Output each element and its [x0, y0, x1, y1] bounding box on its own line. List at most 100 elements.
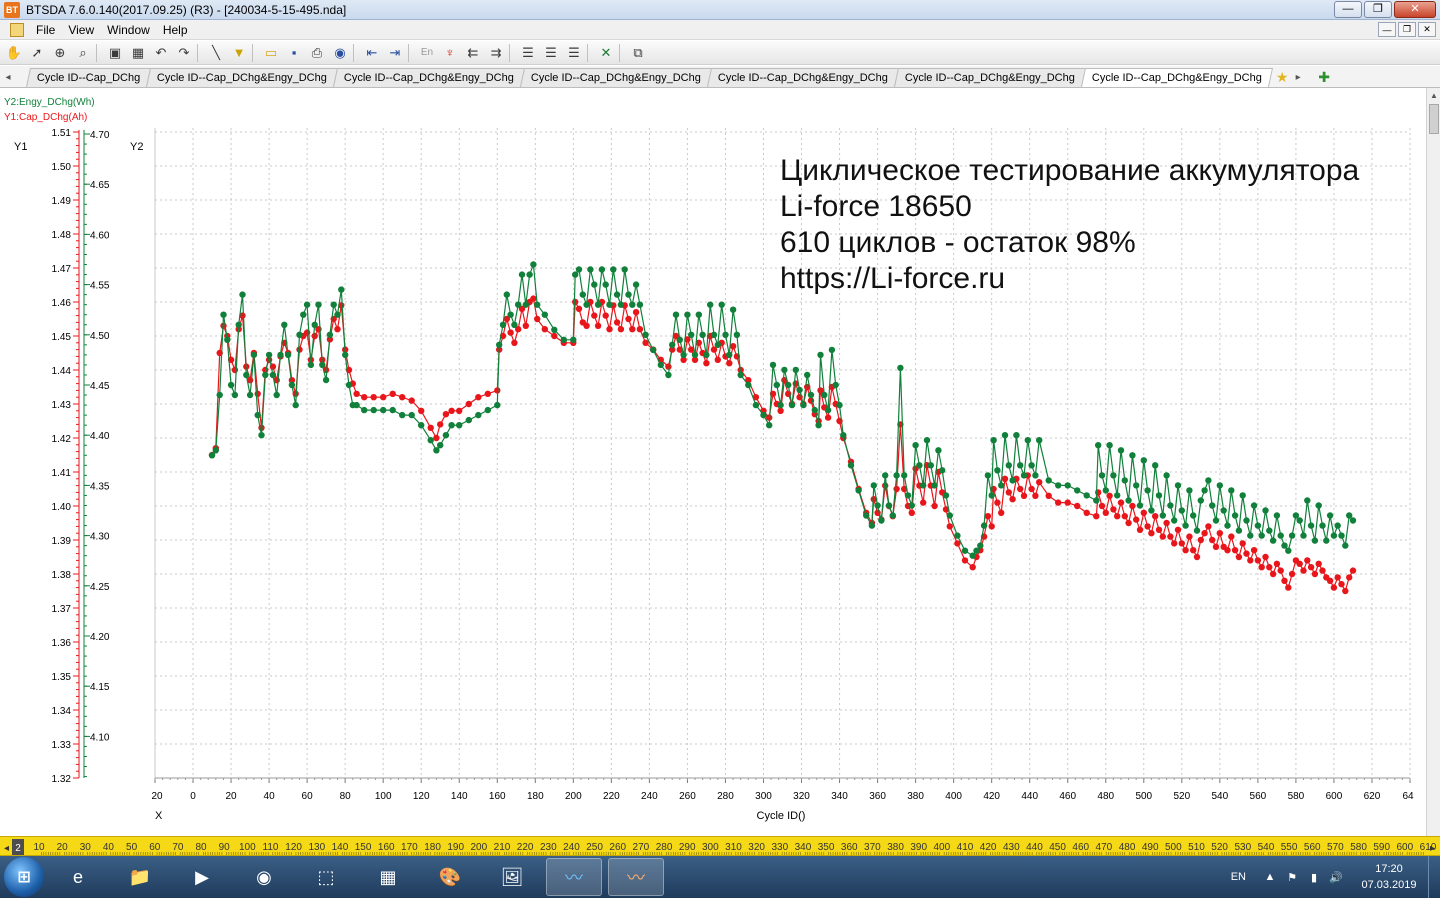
- clock[interactable]: 17:20 07.03.2019: [1350, 861, 1428, 893]
- filter-icon[interactable]: ▼: [229, 43, 249, 63]
- data-point: [800, 401, 807, 409]
- media-player-icon[interactable]: ▶: [174, 858, 230, 896]
- mdi-minimize-button[interactable]: —: [1378, 22, 1396, 37]
- chrome-icon[interactable]: ◉: [236, 858, 292, 896]
- mdi-close-button[interactable]: ✕: [1418, 22, 1436, 37]
- undo-icon[interactable]: ↶: [151, 43, 171, 63]
- paint-icon[interactable]: 🎨: [422, 858, 478, 896]
- tab-chart-7[interactable]: Cycle ID--Cap_DChg&Engy_DChg: [1081, 68, 1274, 87]
- data-point: [777, 407, 784, 414]
- tab-chart-5[interactable]: Cycle ID--Cap_DChg&Engy_DChg: [707, 68, 900, 87]
- zoom-in-icon[interactable]: ⊕: [50, 43, 70, 63]
- export-icon[interactable]: ⧉: [628, 43, 648, 63]
- data-point: [1269, 537, 1277, 544]
- menu-help[interactable]: Help: [159, 23, 197, 37]
- en-icon[interactable]: En: [417, 43, 437, 63]
- minimize-button[interactable]: —: [1334, 1, 1362, 18]
- table2-icon[interactable]: ☰: [541, 43, 561, 63]
- close-button[interactable]: ✕: [1394, 1, 1436, 18]
- ruler-left-arrow-icon[interactable]: ◂: [4, 843, 9, 854]
- tab-chart-3[interactable]: Cycle ID--Cap_DChg&Engy_DChg: [333, 68, 526, 87]
- cycle-ruler[interactable]: 2 ◂ ▸ 10 20 30 40 50 60 70 80 90 100 110 120 130 140 150 1…: [0, 836, 1440, 856]
- box-icon[interactable]: ⬚: [298, 858, 354, 896]
- action-center-icon[interactable]: ⚑: [1284, 871, 1300, 884]
- ruler-label: 20: [57, 842, 69, 853]
- language-indicator[interactable]: EN: [1231, 871, 1246, 883]
- data-point: [361, 394, 368, 401]
- tab-chart-1[interactable]: Cycle ID--Cap_DChg: [25, 68, 152, 87]
- data-point: [610, 266, 617, 273]
- data-point: [216, 391, 223, 399]
- btsda-icon[interactable]: 〰: [546, 858, 602, 896]
- ie-icon[interactable]: e: [50, 858, 106, 896]
- x-tick-label: 500: [1135, 791, 1152, 802]
- show-desktop-button[interactable]: [1428, 856, 1440, 898]
- redo-icon[interactable]: ↷: [174, 43, 194, 63]
- tab-chart-4[interactable]: Cycle ID--Cap_DChg&Engy_DChg: [520, 68, 713, 87]
- data-point: [777, 401, 784, 409]
- y1-tick-label: 1.43: [52, 400, 72, 411]
- data-point: [1212, 543, 1220, 550]
- scroll-up-icon[interactable]: ▲: [1427, 88, 1440, 102]
- menu-window[interactable]: Window: [103, 23, 159, 37]
- marker-icon[interactable]: ♆: [440, 43, 460, 63]
- document-icon[interactable]: [10, 22, 24, 37]
- x-tick-label: 220: [603, 791, 620, 802]
- line-icon[interactable]: ╲: [206, 43, 226, 63]
- add-tab-icon[interactable]: ✚: [1316, 67, 1332, 87]
- grid-icon[interactable]: ▦: [128, 43, 148, 63]
- save-icon[interactable]: ▪: [284, 43, 304, 63]
- zoom-icon[interactable]: ⌕: [73, 43, 93, 63]
- data-point: [456, 422, 463, 429]
- maximize-button[interactable]: ❐: [1364, 1, 1392, 18]
- table3-icon[interactable]: ☰: [564, 43, 584, 63]
- open-icon[interactable]: ▭: [261, 43, 281, 63]
- rst-icon[interactable]: ▣: [105, 43, 125, 63]
- align-left-icon[interactable]: ⇇: [463, 43, 483, 63]
- volume-icon[interactable]: 🔊: [1328, 871, 1344, 884]
- data-point: [1032, 492, 1039, 499]
- tab-scroll-left-icon[interactable]: ◂: [0, 67, 16, 87]
- data-point: [1235, 527, 1243, 534]
- data-point: [1326, 512, 1334, 519]
- cycle-chart[interactable]: 20 0 20 40 60 80 100 120 140 160 180 200 220 240 260 28…: [0, 88, 1426, 836]
- data-point: [220, 311, 227, 318]
- hand-icon[interactable]: ✋: [4, 43, 24, 63]
- menu-view[interactable]: View: [64, 23, 103, 37]
- btsda-orange-icon[interactable]: 〰: [608, 858, 664, 896]
- vertical-scrollbar[interactable]: ▲: [1426, 88, 1440, 836]
- data-point: [1269, 570, 1277, 578]
- data-point: [1216, 482, 1224, 489]
- photo-viewer-icon[interactable]: 🖼: [484, 858, 540, 896]
- help-icon[interactable]: ◉: [330, 43, 350, 63]
- print-icon[interactable]: ⎙: [307, 43, 327, 63]
- excel-icon[interactable]: ✕: [596, 43, 616, 63]
- network-icon[interactable]: ▮: [1306, 871, 1322, 884]
- data-point: [511, 321, 518, 328]
- data-point: [1239, 492, 1246, 499]
- tab-chart-6[interactable]: Cycle ID--Cap_DChg&Engy_DChg: [894, 68, 1087, 87]
- data-point: [703, 351, 710, 359]
- tab-scroll-right-icon[interactable]: ▸: [1290, 67, 1306, 87]
- data-point: [1174, 526, 1182, 533]
- data-point: [931, 502, 938, 510]
- data-point: [1074, 502, 1081, 510]
- start-button[interactable]: ⊞: [4, 857, 44, 897]
- ruler-label: 30: [80, 842, 92, 853]
- scroll-thumb[interactable]: [1429, 104, 1439, 134]
- table1-icon[interactable]: ☰: [518, 43, 538, 63]
- pointer-icon[interactable]: ➚: [27, 43, 47, 63]
- ruler-label: 580: [1350, 842, 1367, 853]
- calculator-icon[interactable]: ▦: [360, 858, 416, 896]
- mdi-restore-button[interactable]: ❐: [1398, 22, 1416, 37]
- explorer-icon[interactable]: 📁: [112, 858, 168, 896]
- toolbar-separator: [509, 43, 515, 62]
- tray-expand-icon[interactable]: ▲: [1262, 871, 1278, 883]
- tab-chart-2[interactable]: Cycle ID--Cap_DChg&Engy_DChg: [146, 68, 339, 87]
- favorite-star-icon[interactable]: ★: [1274, 67, 1290, 87]
- back-icon[interactable]: ⇤: [362, 43, 382, 63]
- menu-file[interactable]: File: [32, 23, 64, 37]
- data-point: [1250, 547, 1258, 554]
- forward-icon[interactable]: ⇥: [385, 43, 405, 63]
- align-right-icon[interactable]: ⇉: [486, 43, 506, 63]
